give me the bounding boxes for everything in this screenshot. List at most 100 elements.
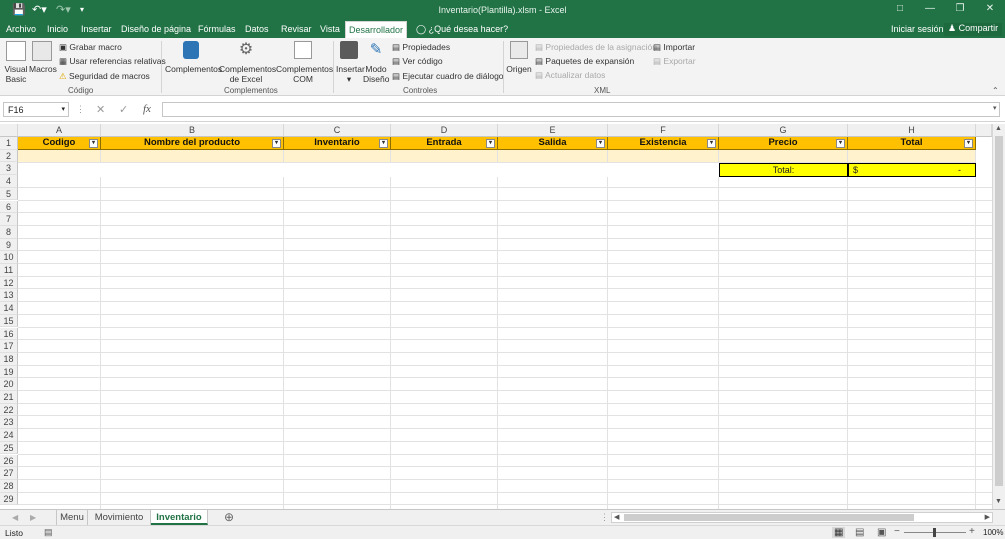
row-header[interactable]: 27 bbox=[0, 467, 18, 480]
enter-icon[interactable]: ✓ bbox=[119, 103, 128, 116]
xml-source-button[interactable]: Origen bbox=[506, 41, 532, 74]
signin-link[interactable]: Iniciar sesión bbox=[891, 24, 944, 34]
export-button[interactable]: ▤ Exportar bbox=[653, 56, 696, 66]
row-header[interactable]: 8 bbox=[0, 225, 18, 239]
page-layout-view-icon[interactable]: ▤ bbox=[855, 527, 864, 538]
table-cell[interactable] bbox=[18, 150, 101, 163]
row-header[interactable]: 29 bbox=[0, 492, 18, 506]
row-header[interactable]: 4 bbox=[0, 175, 18, 188]
sheet-tab-movimiento[interactable]: Movimiento bbox=[88, 510, 151, 525]
filter-dropdown-icon[interactable]: ▾ bbox=[486, 139, 495, 148]
filter-dropdown-icon[interactable]: ▾ bbox=[596, 139, 605, 148]
row-header[interactable]: 23 bbox=[0, 416, 18, 430]
total-value-cell[interactable]: $ - bbox=[848, 163, 976, 177]
insert-function-icon[interactable]: fx bbox=[143, 103, 151, 115]
column-header-b[interactable]: B bbox=[101, 124, 284, 137]
zoom-slider-thumb[interactable] bbox=[933, 528, 936, 537]
add-sheet-icon[interactable]: ⊕ bbox=[224, 510, 234, 524]
row-header[interactable]: 14 bbox=[0, 302, 18, 315]
column-header-e[interactable]: E bbox=[498, 124, 608, 137]
tab-datos[interactable]: Datos bbox=[245, 24, 269, 34]
row-header[interactable]: 13 bbox=[0, 289, 18, 303]
minimize-icon[interactable]: — bbox=[920, 3, 940, 14]
row-header[interactable]: 24 bbox=[0, 429, 18, 442]
row-header[interactable]: 12 bbox=[0, 276, 18, 290]
row-header[interactable]: 5 bbox=[0, 187, 18, 201]
tab-revisar[interactable]: Revisar bbox=[281, 24, 312, 34]
scroll-right-icon[interactable]: ▶ bbox=[985, 513, 990, 521]
filter-dropdown-icon[interactable]: ▾ bbox=[707, 139, 716, 148]
macro-recording-icon[interactable]: ▤ bbox=[44, 527, 53, 538]
scroll-up-icon[interactable]: ▲ bbox=[995, 125, 1002, 132]
row-header[interactable]: 2 bbox=[0, 149, 18, 163]
table-header-codigo[interactable]: Codigo ▾ bbox=[18, 137, 101, 150]
column-header-c[interactable]: C bbox=[284, 124, 391, 137]
formula-input[interactable] bbox=[162, 102, 1000, 117]
zoom-level[interactable]: 100% bbox=[983, 528, 1003, 537]
row-header[interactable]: 21 bbox=[0, 391, 18, 404]
collapse-ribbon-icon[interactable]: ⌃ bbox=[992, 86, 999, 95]
table-header-precio[interactable]: Precio ▾ bbox=[719, 137, 848, 150]
table-header-entrada[interactable]: Entrada ▾ bbox=[391, 137, 498, 150]
scroll-down-icon[interactable]: ▼ bbox=[995, 498, 1002, 505]
total-label-cell[interactable]: Total: bbox=[719, 163, 848, 177]
row-header[interactable]: 19 bbox=[0, 365, 18, 379]
row-header[interactable]: 10 bbox=[0, 251, 18, 264]
vertical-scrollbar[interactable]: ▲ ▼ bbox=[992, 124, 1005, 509]
table-cell[interactable] bbox=[608, 150, 719, 163]
page-break-view-icon[interactable]: ▣ bbox=[877, 527, 886, 538]
scroll-left-icon[interactable]: ◀ bbox=[614, 513, 619, 521]
macros-button[interactable]: Macros bbox=[29, 41, 57, 74]
table-header-existencia[interactable]: Existencia ▾ bbox=[608, 137, 719, 150]
close-icon[interactable]: ✕ bbox=[980, 3, 1000, 14]
add-ins-button[interactable]: Complementos bbox=[165, 41, 222, 74]
zoom-out-icon[interactable]: − bbox=[894, 526, 900, 537]
ribbon-display-options-icon[interactable]: □ bbox=[890, 3, 910, 14]
table-cell[interactable] bbox=[284, 150, 391, 163]
column-header-next[interactable] bbox=[976, 124, 992, 137]
relative-refs-button[interactable]: ▦ Usar referencias relativas bbox=[59, 56, 166, 66]
expansion-packs-button[interactable]: ▤ Paquetes de expansión bbox=[535, 56, 634, 66]
excel-add-ins-button[interactable]: ⚙ Complementos de Excel bbox=[219, 41, 276, 84]
record-macro-button[interactable]: ▣ Grabar macro bbox=[59, 42, 122, 52]
sheet-tab-menu[interactable]: Menu bbox=[56, 510, 88, 525]
table-header-salida[interactable]: Salida ▾ bbox=[498, 137, 608, 150]
tab-archivo[interactable]: Archivo bbox=[6, 24, 36, 34]
row-header[interactable]: 11 bbox=[0, 264, 18, 277]
table-cell[interactable] bbox=[391, 150, 498, 163]
row-header[interactable]: 17 bbox=[0, 340, 18, 353]
horizontal-scrollbar[interactable]: ◀ ▶ bbox=[611, 512, 993, 523]
row-header[interactable]: 3 bbox=[0, 162, 18, 176]
filter-dropdown-icon[interactable]: ▾ bbox=[836, 139, 845, 148]
column-header-d[interactable]: D bbox=[391, 124, 498, 137]
column-header-f[interactable]: F bbox=[608, 124, 719, 137]
row-header[interactable]: 1 bbox=[0, 137, 18, 150]
hscroll-thumb[interactable] bbox=[624, 514, 914, 521]
table-cell[interactable] bbox=[498, 150, 608, 163]
filter-dropdown-icon[interactable]: ▾ bbox=[272, 139, 281, 148]
design-mode-button[interactable]: ✎ Modo Diseño bbox=[363, 41, 389, 84]
column-header-a[interactable]: A bbox=[18, 124, 101, 137]
next-sheet-icon[interactable]: ▶ bbox=[30, 513, 36, 522]
map-properties-button[interactable]: ▤ Propiedades de la asignación bbox=[535, 42, 657, 52]
table-header-total[interactable]: Total ▾ bbox=[848, 137, 976, 150]
tab-vista[interactable]: Vista bbox=[320, 24, 340, 34]
spreadsheet-grid[interactable]: A B C D E F G H Codigo ▾ Nombre del produ… bbox=[0, 124, 992, 509]
name-box[interactable]: F16 ▾ bbox=[3, 102, 69, 117]
share-button[interactable]: ♟ Compartir bbox=[944, 23, 1003, 36]
row-header[interactable]: 20 bbox=[0, 378, 18, 391]
refresh-data-button[interactable]: ▤ Actualizar datos bbox=[535, 70, 605, 80]
row-header[interactable]: 15 bbox=[0, 314, 18, 328]
cancel-icon[interactable]: ✕ bbox=[96, 103, 105, 116]
com-add-ins-button[interactable]: Complementos COM bbox=[276, 41, 333, 84]
normal-view-icon[interactable]: ▦ bbox=[832, 527, 846, 538]
row-header[interactable]: 9 bbox=[0, 238, 18, 252]
row-header[interactable]: 7 bbox=[0, 213, 18, 226]
table-cell[interactable] bbox=[719, 150, 848, 163]
row-header[interactable]: 6 bbox=[0, 200, 18, 214]
row-header[interactable]: 25 bbox=[0, 441, 18, 455]
zoom-in-icon[interactable]: + bbox=[969, 526, 975, 537]
row-header[interactable]: 16 bbox=[0, 327, 18, 341]
column-header-h[interactable]: H bbox=[848, 124, 976, 137]
view-code-button[interactable]: ▤ Ver código bbox=[392, 56, 443, 66]
